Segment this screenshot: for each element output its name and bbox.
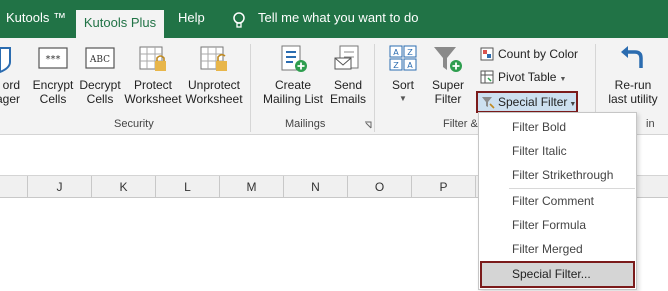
ribbon-tab-bar: Kutools ™ Kutools Plus Help Tell me what…: [0, 0, 668, 38]
group-divider: [250, 44, 251, 132]
unprotect-worksheet-label: Unprotect Worksheet: [185, 78, 243, 106]
encrypt-icon: ***: [37, 44, 69, 74]
encrypt-cells-button[interactable]: *** Encrypt Cells: [30, 44, 76, 106]
menu-item-filter-merged[interactable]: Filter Merged: [479, 237, 636, 261]
mailings-group-label: Mailings: [285, 118, 326, 130]
count-by-color-label: Count by Color: [498, 47, 579, 61]
special-filter-dropdown: Filter Bold Filter Italic Filter Striket…: [478, 112, 637, 290]
send-email-icon: [332, 44, 364, 74]
super-filter-label: Super Filter: [431, 78, 465, 106]
svg-text:Z: Z: [407, 48, 413, 57]
column-header[interactable]: [0, 176, 28, 198]
send-emails-button[interactable]: Send Emails: [327, 44, 369, 106]
sort-label: Sort: [391, 78, 414, 92]
svg-text:***: ***: [46, 54, 61, 65]
protect-worksheet-button[interactable]: Protect Worksheet: [124, 44, 182, 106]
rerun-arrow-icon: [617, 44, 649, 74]
partial-left-button[interactable]: ord ager: [0, 44, 20, 106]
pivot-table-button[interactable]: Pivot Table ▼: [480, 67, 566, 87]
column-header-m[interactable]: M: [220, 176, 284, 198]
protect-sheet-icon: [137, 44, 169, 74]
rerun-last-utility-button[interactable]: Re-run last utility: [603, 44, 663, 106]
menu-item-filter-bold[interactable]: Filter Bold: [479, 115, 636, 139]
unprotect-worksheet-button[interactable]: Unprotect Worksheet: [183, 44, 245, 106]
chevron-down-icon: ▼: [569, 101, 577, 108]
send-emails-label: Send Emails: [329, 78, 366, 106]
svg-text:A: A: [407, 61, 413, 70]
unprotect-sheet-icon: [198, 44, 230, 74]
super-filter-button[interactable]: Super Filter: [427, 44, 469, 106]
sort-button[interactable]: AZZA Sort ▼: [385, 44, 421, 106]
lightbulb-icon: [233, 12, 245, 28]
special-filter-icon: [482, 97, 495, 109]
dialog-launcher-icon[interactable]: [364, 121, 372, 129]
special-filter-button[interactable]: Special Filter ▼: [476, 91, 578, 113]
column-header-o[interactable]: O: [348, 176, 412, 198]
create-mailing-list-label: Create Mailing List: [262, 78, 324, 106]
super-filter-icon: [432, 44, 464, 74]
security-group-label: Security: [114, 118, 154, 130]
pivot-table-icon: [480, 70, 494, 84]
menu-item-filter-strikethrough[interactable]: Filter Strikethrough: [479, 163, 636, 187]
special-filter-label: Special Filter: [498, 95, 568, 109]
menu-item-filter-comment[interactable]: Filter Comment: [479, 189, 636, 213]
count-by-color-button[interactable]: Count by Color: [480, 44, 578, 64]
protect-worksheet-label: Protect Worksheet: [124, 78, 182, 106]
decrypt-cells-label: Decrypt Cells: [79, 78, 121, 106]
filter-group-label: Filter &: [443, 118, 478, 130]
mailing-list-icon: [277, 44, 309, 74]
rerun-group-label: in: [646, 118, 655, 130]
column-header-p[interactable]: P: [412, 176, 476, 198]
count-color-icon: [480, 47, 494, 61]
tab-kutools-plus[interactable]: Kutools Plus: [76, 10, 164, 38]
column-header-k[interactable]: K: [92, 176, 156, 198]
partial-left-label: ord ager: [0, 78, 20, 106]
tell-me-search[interactable]: Tell me what you want to do: [258, 10, 418, 25]
decrypt-cells-button[interactable]: ABC Decrypt Cells: [77, 44, 123, 106]
rerun-label: Re-run last utility: [608, 78, 658, 106]
shield-icon: [0, 44, 14, 74]
encrypt-cells-label: Encrypt Cells: [32, 78, 74, 106]
menu-item-special-filter[interactable]: Special Filter...: [480, 261, 635, 288]
column-header-n[interactable]: N: [284, 176, 348, 198]
create-mailing-list-button[interactable]: Create Mailing List: [259, 44, 327, 106]
svg-text:ABC: ABC: [89, 55, 110, 65]
menu-item-filter-italic[interactable]: Filter Italic: [479, 139, 636, 163]
column-header-l[interactable]: L: [156, 176, 220, 198]
pivot-table-label: Pivot Table: [498, 70, 557, 84]
chevron-down-icon: ▼: [559, 76, 567, 83]
decrypt-icon: ABC: [84, 44, 116, 74]
svg-text:A: A: [393, 48, 399, 57]
tab-help[interactable]: Help: [178, 10, 205, 25]
svg-text:Z: Z: [393, 61, 399, 70]
sort-az-icon: AZZA: [387, 44, 419, 74]
menu-item-filter-formula[interactable]: Filter Formula: [479, 213, 636, 237]
group-divider: [374, 44, 375, 132]
tab-kutools[interactable]: Kutools ™: [6, 10, 66, 25]
chevron-down-icon: ▼: [399, 94, 407, 103]
column-header-j[interactable]: J: [28, 176, 92, 198]
